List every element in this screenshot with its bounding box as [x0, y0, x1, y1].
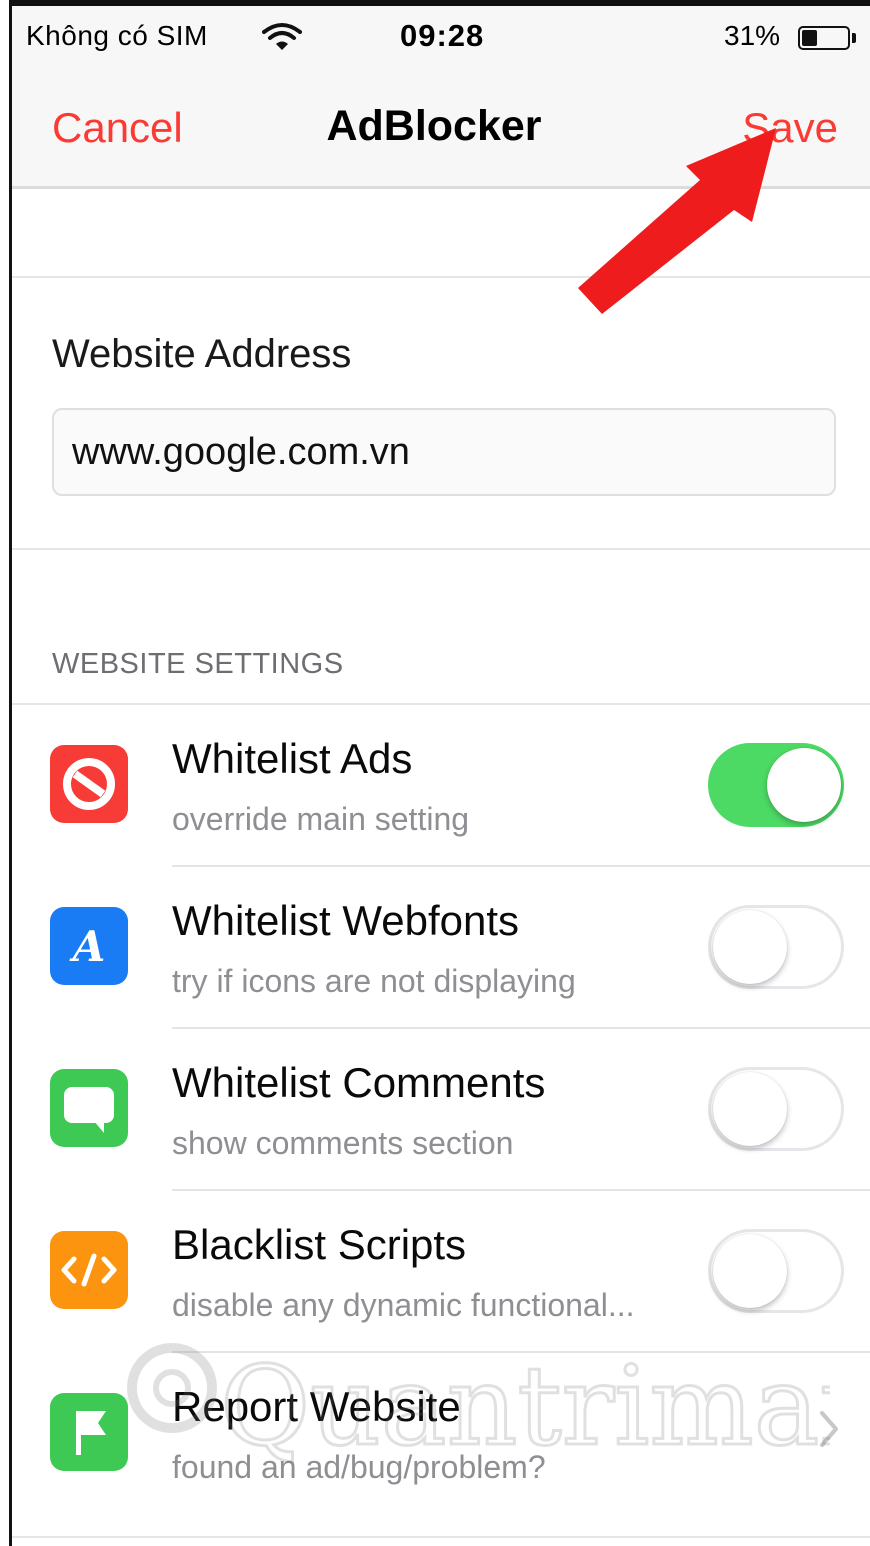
setting-title: Whitelist Webfonts: [172, 897, 520, 944]
setting-subtitle: found an ad/bug/problem?: [172, 1449, 546, 1485]
toggle-knob: [713, 1072, 787, 1146]
setting-title: Report Website: [172, 1383, 461, 1430]
setting-subtitle: show comments section: [172, 1125, 514, 1161]
section-header-website-settings: WEBSITE SETTINGS: [52, 648, 344, 680]
annotation-arrow-icon: [578, 128, 776, 314]
blacklist-scripts-toggle[interactable]: [708, 1229, 844, 1313]
battery-nub: [852, 33, 856, 43]
setting-title: Whitelist Comments: [172, 1059, 546, 1106]
flag-icon: [50, 1393, 128, 1471]
setting-title: Blacklist Scripts: [172, 1221, 467, 1268]
toggle-knob: [767, 748, 841, 822]
setting-row-blacklist-scripts: Blacklist Scripts disable any dynamic fu…: [12, 1191, 870, 1353]
setting-title: Whitelist Ads: [172, 735, 413, 782]
phone-screen: Không có SIM 09:28 31% Cancel AdBlocker …: [12, 6, 870, 1546]
code-icon: [50, 1231, 128, 1309]
toggle-knob: [713, 910, 787, 984]
toggle-knob: [713, 1234, 787, 1308]
battery-icon: [798, 26, 850, 50]
setting-row-report-website[interactable]: Report Website found an ad/bug/problem?: [12, 1353, 870, 1515]
wifi-icon: [262, 23, 302, 50]
battery-percent: 31%: [724, 20, 781, 51]
chevron-right-icon: [820, 1411, 838, 1447]
setting-subtitle: try if icons are not displaying: [172, 963, 576, 999]
whitelist-webfonts-toggle[interactable]: [708, 905, 844, 989]
svg-text:A: A: [69, 922, 106, 971]
website-address-label: Website Address: [52, 332, 352, 376]
setting-row-whitelist-webfonts: A Whitelist Webfonts try if icons are no…: [12, 867, 870, 1029]
whitelist-ads-toggle[interactable]: [708, 743, 844, 827]
setting-subtitle: override main setting: [172, 801, 470, 837]
block-icon: [50, 745, 128, 823]
status-bar: Không có SIM 09:28 31%: [12, 6, 870, 74]
setting-subtitle: disable any dynamic functional...: [172, 1287, 635, 1323]
screenshot-border-left: [0, 0, 12, 1546]
battery-level: [802, 30, 817, 46]
font-icon: A: [50, 907, 128, 985]
website-address-input[interactable]: [52, 408, 836, 496]
clock: 09:28: [400, 18, 485, 53]
speech-bubble-icon: [50, 1069, 128, 1147]
divider: [12, 1536, 870, 1538]
setting-row-whitelist-ads: Whitelist Ads override main setting: [12, 705, 870, 867]
divider: [12, 548, 870, 550]
setting-row-whitelist-comments: Whitelist Comments show comments section: [12, 1029, 870, 1191]
whitelist-comments-toggle[interactable]: [708, 1067, 844, 1151]
carrier-label: Không có SIM: [26, 20, 208, 51]
